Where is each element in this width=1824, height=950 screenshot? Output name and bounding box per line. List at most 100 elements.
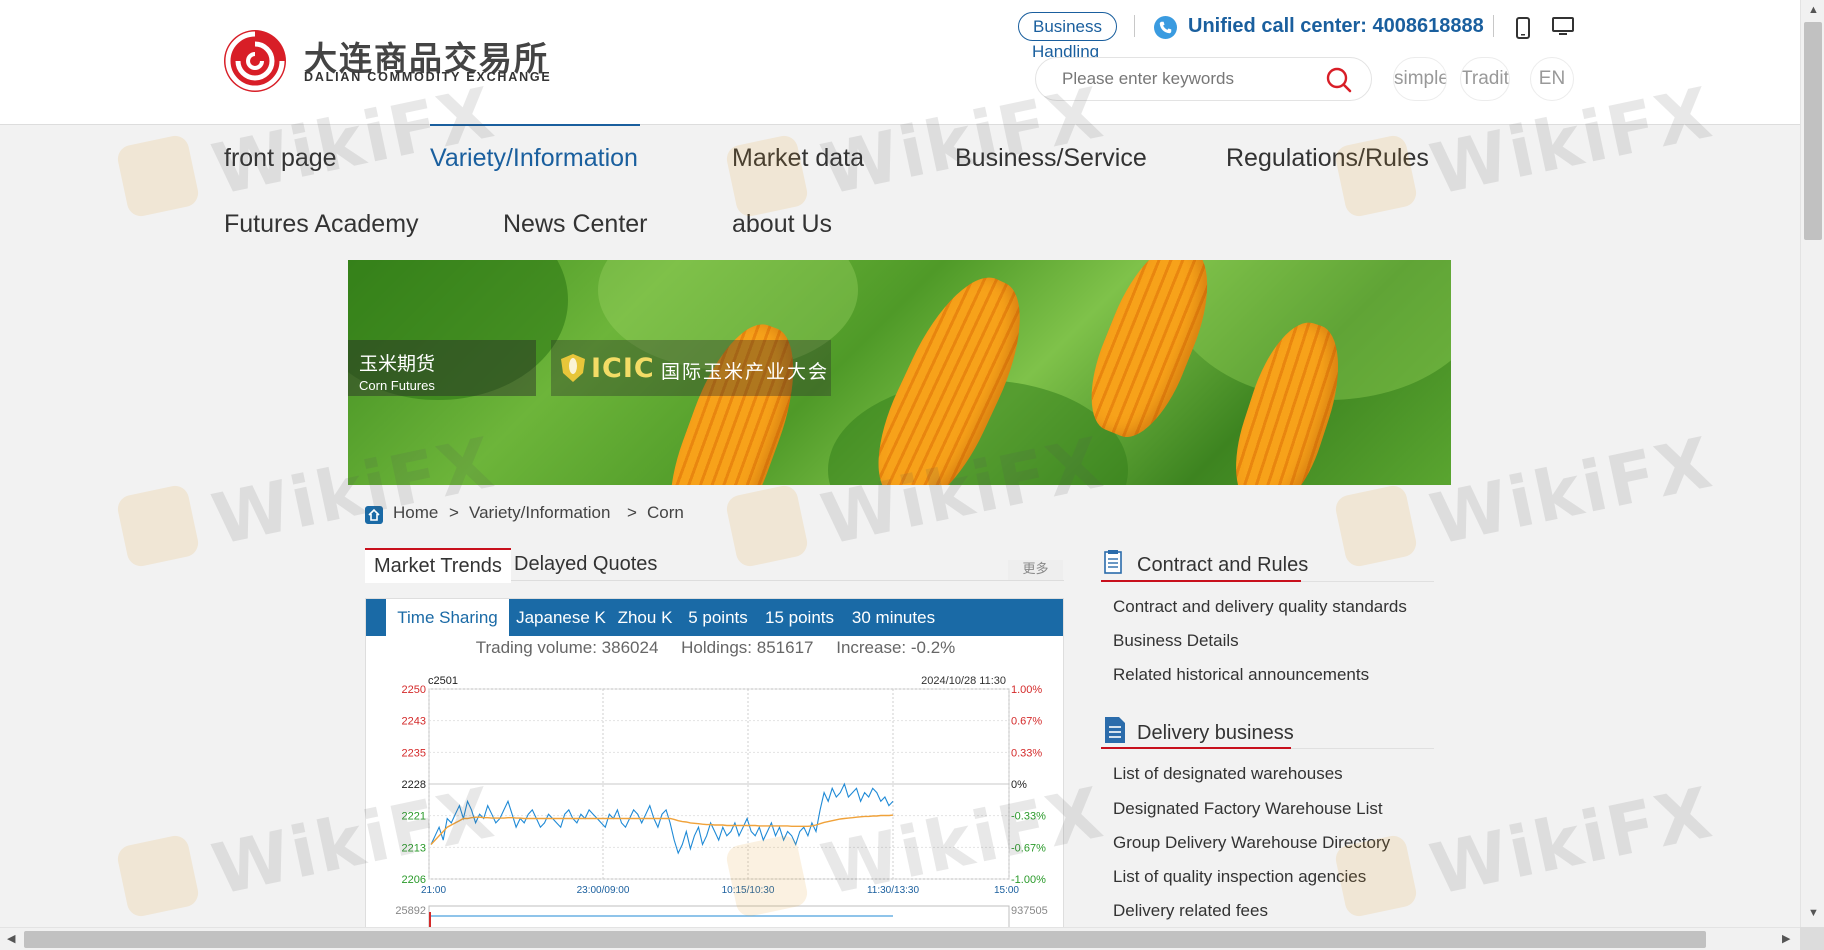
chart-y-percent-label: 0.67% bbox=[1011, 716, 1042, 728]
tab-market-trends[interactable]: Market Trends bbox=[365, 548, 511, 583]
scroll-down-arrow-icon[interactable]: ▼ bbox=[1808, 908, 1819, 919]
header-divider bbox=[1134, 15, 1135, 37]
lang-simplified-button[interactable]: simple bbox=[1393, 57, 1447, 101]
chart-x-tick-label: 11:30/13:30 bbox=[867, 885, 920, 896]
section-accent bbox=[1101, 747, 1291, 749]
business-handling-button[interactable]: Business bbox=[1018, 12, 1117, 41]
market-chart-panel: Time Sharing Japanese K Zhou K 5 points … bbox=[365, 598, 1064, 928]
chart-volume-right-label: 937505 bbox=[1011, 905, 1048, 917]
chart-y-percent-label: -0.67% bbox=[1011, 842, 1046, 854]
price-increase: Increase: -0.2% bbox=[836, 638, 956, 657]
nav-front-page[interactable]: front page bbox=[224, 144, 337, 173]
subtab-zhou-k[interactable]: Zhou K bbox=[613, 599, 677, 636]
subtab-30-minutes[interactable]: 30 minutes bbox=[846, 599, 941, 636]
side-link[interactable]: List of designated warehouses bbox=[1113, 764, 1343, 784]
corn-futures-banner[interactable]: 玉米期货 Corn Futures ICIC 国际玉米产业大会 bbox=[348, 260, 1451, 485]
mobile-icon[interactable] bbox=[1515, 17, 1531, 39]
chart-volume-bar bbox=[429, 912, 431, 927]
chart-y-percent-label: 0% bbox=[1011, 779, 1027, 791]
chart-timestamp: 2024/10/28 11:30 bbox=[921, 675, 1006, 687]
nav-about-us[interactable]: about Us bbox=[732, 210, 832, 239]
site-header: 大连商品交易所 DALIAN COMMODITY EXCHANGE Busine… bbox=[0, 0, 1800, 238]
horizontal-scrollbar[interactable]: ◀ ▶ bbox=[0, 927, 1800, 950]
time-sharing-chart: c2501 2024/10/28 11:30 2250 1.00% 2243 0.67% 2… bbox=[395, 675, 1048, 927]
lang-english-button[interactable]: EN bbox=[1530, 57, 1574, 101]
hotline-text: Unified call center: 4008618888 bbox=[1188, 15, 1484, 37]
nav-active-indicator bbox=[430, 124, 640, 126]
side-link[interactable]: Contract and delivery quality standards bbox=[1113, 597, 1407, 617]
dce-logo[interactable]: 大连商品交易所 DALIAN COMMODITY EXCHANGE bbox=[222, 28, 562, 94]
side-link[interactable]: Group Delivery Warehouse Directory bbox=[1113, 833, 1390, 853]
subtab-japanese-k[interactable]: Japanese K bbox=[514, 599, 608, 636]
chart-y-tick-label: 2213 bbox=[402, 842, 426, 854]
nav-business-service[interactable]: Business/Service bbox=[955, 144, 1147, 173]
icic-chinese-name: 国际玉米产业大会 bbox=[661, 361, 830, 383]
subtab-time-sharing[interactable]: Time Sharing bbox=[386, 599, 509, 636]
chart-y-tick-label: 2228 bbox=[402, 779, 426, 791]
breadcrumb-current: Corn bbox=[647, 503, 684, 522]
banner-icic-tag: ICIC 国际玉米产业大会 bbox=[551, 340, 831, 396]
lang-traditional-button[interactable]: Traditional bbox=[1460, 57, 1510, 101]
section-accent bbox=[1101, 580, 1301, 582]
icic-wordmark: ICIC bbox=[591, 353, 655, 384]
breadcrumb-separator: > bbox=[449, 503, 459, 522]
search-icon[interactable] bbox=[1325, 66, 1352, 93]
scrollbar-corner bbox=[1800, 927, 1824, 950]
chart-volume-frame bbox=[428, 905, 1010, 927]
nav-regulations-rules[interactable]: Regulations/Rules bbox=[1226, 144, 1429, 173]
nav-news-center[interactable]: News Center bbox=[503, 210, 648, 239]
chart-x-tick-label: 21:00 bbox=[421, 885, 446, 896]
nav-variety-information[interactable]: Variety/Information bbox=[430, 144, 638, 173]
subtab-15-points[interactable]: 15 points bbox=[758, 599, 841, 636]
document-icon bbox=[1105, 717, 1125, 743]
watermark: WikiFX bbox=[724, 422, 1131, 569]
breadcrumb-separator: > bbox=[627, 503, 637, 522]
watermark-logo-icon bbox=[115, 483, 201, 569]
watermark: WikiFX bbox=[1333, 422, 1740, 569]
side-link[interactable]: Delivery related fees bbox=[1113, 901, 1268, 921]
logo-english-name: DALIAN COMMODITY EXCHANGE bbox=[304, 70, 552, 84]
scroll-right-arrow-icon[interactable]: ▶ bbox=[1782, 934, 1790, 945]
document-icon bbox=[1104, 550, 1122, 574]
desktop-icon[interactable] bbox=[1552, 17, 1574, 37]
breadcrumb-home[interactable]: Home bbox=[393, 503, 438, 523]
chart-y-tick-label: 2235 bbox=[402, 747, 426, 759]
chart-y-tick-label: 2243 bbox=[402, 716, 426, 728]
horizontal-scroll-thumb[interactable] bbox=[24, 931, 1706, 948]
chart-period-tabs: Time Sharing Japanese K Zhou K 5 points … bbox=[366, 599, 1063, 636]
scroll-left-arrow-icon[interactable]: ◀ bbox=[7, 934, 15, 945]
holdings: Holdings: 851617 bbox=[681, 638, 814, 657]
side-link[interactable]: List of quality inspection agencies bbox=[1113, 867, 1366, 887]
dce-logo-icon bbox=[224, 30, 286, 92]
chart-y-percent-label: 1.00% bbox=[1011, 684, 1042, 696]
vertical-scrollbar[interactable]: ▲ ▼ bbox=[1800, 0, 1824, 927]
nav-market-data[interactable]: Market data bbox=[732, 144, 864, 173]
side-link[interactable]: Related historical announcements bbox=[1113, 665, 1369, 685]
phone-icon bbox=[1154, 16, 1177, 39]
watermark-text: WikiFX bbox=[1423, 771, 1720, 912]
tab-delayed-quotes[interactable]: Delayed Quotes bbox=[514, 548, 657, 583]
trading-stats: Trading volume: 386024 Holdings: 851617 … bbox=[366, 636, 1063, 660]
side-link[interactable]: Designated Factory Warehouse List bbox=[1113, 799, 1383, 819]
chart-y-percent-label: -0.33% bbox=[1011, 811, 1046, 823]
search-input[interactable] bbox=[1062, 67, 1312, 91]
watermark-logo-icon bbox=[115, 833, 201, 919]
search-box bbox=[1035, 57, 1372, 101]
trading-volume: Trading volume: 386024 bbox=[475, 638, 659, 657]
banner-tag-english: Corn Futures bbox=[359, 378, 435, 393]
home-icon bbox=[365, 506, 383, 524]
chart-x-tick-label: 10:15/10:30 bbox=[722, 885, 775, 896]
breadcrumb-variety-information[interactable]: Variety/Information bbox=[469, 503, 610, 523]
scroll-up-arrow-icon[interactable]: ▲ bbox=[1808, 5, 1819, 16]
icic-logo-icon bbox=[561, 354, 585, 382]
vertical-scroll-thumb[interactable] bbox=[1804, 22, 1822, 240]
more-button[interactable]: 更多 bbox=[1008, 560, 1063, 580]
watermark: WikiFX bbox=[1333, 772, 1740, 919]
delivery-business-heading: Delivery business bbox=[1137, 722, 1294, 744]
banner-tag-chinese: 玉米期货 bbox=[359, 353, 436, 375]
subtab-5-points[interactable]: 5 points bbox=[682, 599, 754, 636]
side-link[interactable]: Business Details bbox=[1113, 631, 1239, 651]
chart-average-line bbox=[430, 814, 894, 845]
chart-volume-left-label: 25892 bbox=[395, 905, 426, 917]
nav-futures-academy[interactable]: Futures Academy bbox=[224, 210, 419, 239]
